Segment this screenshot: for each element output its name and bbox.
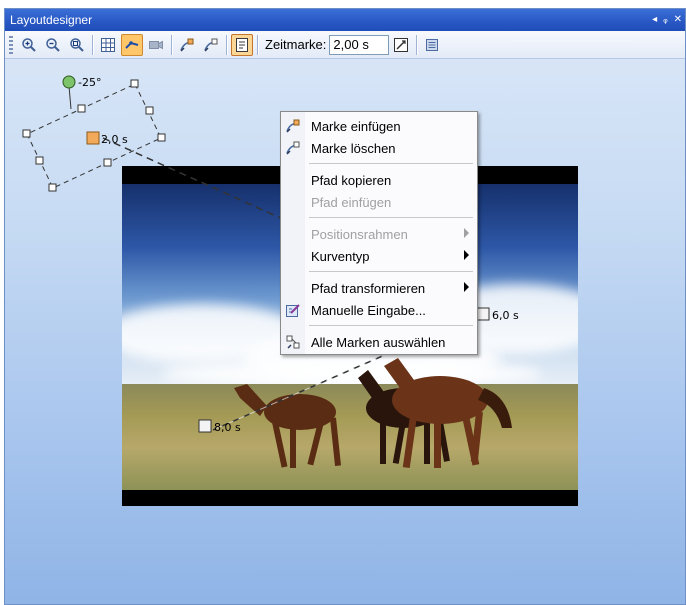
menu-item-label: Pfad einfügen <box>311 194 392 210</box>
menu-item-positionsrahmen: Positionsrahmen <box>281 223 477 245</box>
marker-mid[interactable] <box>476 307 490 321</box>
grid-button[interactable] <box>97 34 119 56</box>
menu-separator <box>309 217 473 218</box>
menu-item-marke-loeschen[interactable]: Marke löschen <box>281 137 477 159</box>
frame-handle[interactable] <box>35 156 44 165</box>
menu-item-label: Marke löschen <box>311 140 396 156</box>
submenu-arrow-icon <box>464 250 469 260</box>
toolbar-separator <box>171 34 172 55</box>
toolbar: Zeitmarke: 2,00 s <box>5 31 685 59</box>
zoom-fit-icon <box>70 37 84 52</box>
menu-item-label: Pfad transformieren <box>311 280 426 296</box>
layout-canvas[interactable]: -25° 2,0 s 6,0 s 8,0 s Marke einfügen Ma… <box>5 60 685 604</box>
toolbar-separator <box>416 34 418 55</box>
menu-item-pfad-einfuegen: Pfad einfügen <box>281 191 477 213</box>
context-menu-icon <box>236 37 248 52</box>
context-menu-button[interactable] <box>231 33 253 56</box>
window-title: Layoutdesigner <box>10 13 93 27</box>
context-menu: Marke einfügen Marke löschen Pfad kopier… <box>280 111 478 355</box>
menu-item-label: Kurventyp <box>311 248 370 264</box>
frame-handle[interactable] <box>22 129 31 138</box>
menu-separator <box>309 271 473 272</box>
menu-item-marke-einfuegen[interactable]: Marke einfügen <box>281 115 477 137</box>
close-icon[interactable]: ✕ <box>674 9 682 31</box>
layoutdesigner-window: Layoutdesigner ◂ ᵩ ✕ Zeitmarke: 2,00 s -… <box>4 8 686 605</box>
zoom-in-button[interactable] <box>18 34 40 56</box>
submenu-arrow-icon <box>464 282 469 292</box>
marker-start[interactable] <box>86 131 100 145</box>
menu-item-label: Positionsrahmen <box>311 226 408 242</box>
time-edit-button[interactable] <box>390 34 412 56</box>
frame-handle[interactable] <box>130 79 139 88</box>
motion-path-segment[interactable] <box>102 137 286 221</box>
insert-mark-icon <box>180 38 194 52</box>
insert-mark-icon <box>286 119 300 133</box>
delete-mark-button[interactable] <box>200 34 222 56</box>
path-mode-icon <box>125 40 139 49</box>
marker-end-label: 8,0 s <box>214 421 241 434</box>
zoom-fit-button[interactable] <box>66 34 88 56</box>
select-all-marks-icon <box>286 335 300 349</box>
list-icon <box>426 38 439 51</box>
menu-item-alle-marken-auswaehlen[interactable]: Alle Marken auswählen <box>281 331 477 353</box>
menu-item-label: Pfad kopieren <box>311 172 392 188</box>
list-button[interactable] <box>421 34 443 56</box>
delete-mark-icon <box>286 141 300 155</box>
menu-item-manuelle-eingabe[interactable]: Manuelle Eingabe... <box>281 299 477 321</box>
zoom-out-button[interactable] <box>42 34 64 56</box>
frame-handle[interactable] <box>48 183 57 192</box>
menu-separator <box>309 325 473 326</box>
menu-separator <box>309 163 473 164</box>
marker-start-label: 2,0 s <box>101 133 128 146</box>
rotation-handle[interactable] <box>62 75 76 89</box>
zoom-out-icon <box>46 37 60 52</box>
zoom-in-icon <box>22 37 36 52</box>
manual-input-icon <box>286 304 300 317</box>
camera-button[interactable] <box>145 34 167 56</box>
toolbar-separator <box>226 34 227 55</box>
toolbar-grip[interactable] <box>9 35 13 54</box>
toolbar-separator <box>92 34 93 55</box>
frame-handle[interactable] <box>103 158 112 167</box>
pin-icon[interactable]: ᵩ <box>663 9 667 31</box>
marker-mid-label: 6,0 s <box>492 309 519 322</box>
camera-icon <box>149 40 163 49</box>
grid-icon <box>101 37 115 52</box>
menu-item-label: Alle Marken auswählen <box>311 334 446 350</box>
menu-item-pfad-kopieren[interactable]: Pfad kopieren <box>281 169 477 191</box>
zeitmarke-label: Zeitmarke: <box>265 37 327 52</box>
marker-end[interactable] <box>198 419 212 433</box>
frame-handle[interactable] <box>145 106 154 115</box>
title-controls: ◂ ᵩ ✕ <box>652 9 682 31</box>
zeitmarke-input[interactable]: 2,00 s <box>329 34 390 55</box>
rotation-label: -25° <box>78 76 101 89</box>
time-edit-icon <box>394 37 409 52</box>
frame-handle[interactable] <box>77 104 86 113</box>
menu-item-kurventyp[interactable]: Kurventyp <box>281 245 477 267</box>
title-bar: Layoutdesigner ◂ ᵩ ✕ <box>5 9 685 31</box>
menu-item-pfad-transformieren[interactable]: Pfad transformieren <box>281 277 477 299</box>
path-mode-button[interactable] <box>121 33 143 56</box>
insert-mark-button[interactable] <box>176 34 198 56</box>
menu-item-label: Manuelle Eingabe... <box>311 302 426 318</box>
window-position-icon[interactable]: ◂ <box>652 9 657 31</box>
menu-item-label: Marke einfügen <box>311 118 401 134</box>
submenu-arrow-icon <box>464 228 469 238</box>
toolbar-separator <box>257 34 258 55</box>
delete-mark-icon <box>204 38 218 52</box>
frame-handle[interactable] <box>157 133 166 142</box>
